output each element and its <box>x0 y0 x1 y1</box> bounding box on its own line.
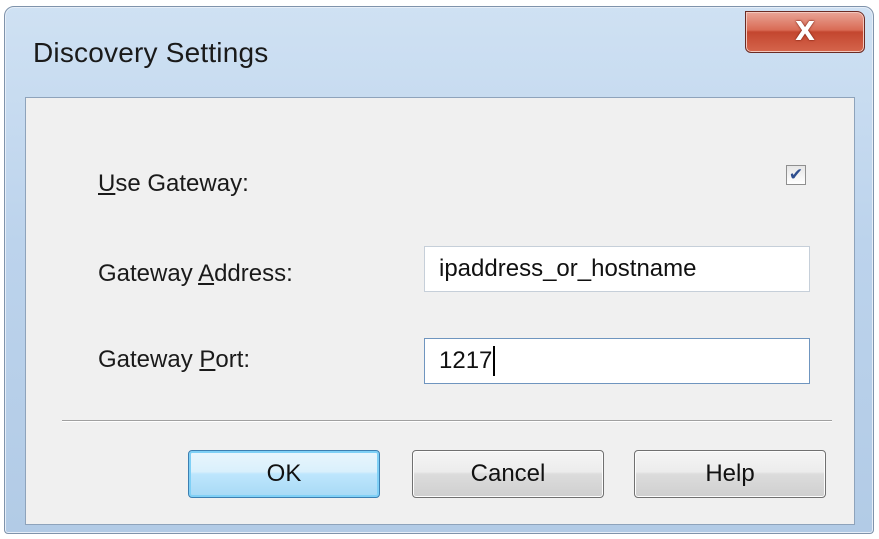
separator-line <box>62 420 832 422</box>
close-button[interactable]: X <box>745 11 865 53</box>
dialog-client-area: Use Gateway: ✔ Gateway Address: ipaddres… <box>25 97 855 525</box>
ok-button[interactable]: OK <box>188 450 380 498</box>
use-gateway-checkbox[interactable]: ✔ <box>786 165 806 185</box>
close-icon: X <box>794 17 816 47</box>
dialog-window: Discovery Settings X Use Gateway: ✔ Gate… <box>4 6 874 534</box>
gateway-address-mnemonic: A <box>198 260 215 287</box>
gateway-port-label-prefix: Gateway <box>98 346 200 373</box>
gateway-port-value: 1217 <box>439 347 493 374</box>
help-button[interactable]: Help <box>634 450 826 498</box>
gateway-port-input[interactable]: 1217 <box>424 338 810 384</box>
use-gateway-label-text: se Gateway: <box>115 170 249 197</box>
gateway-address-label: Gateway Address: <box>98 260 293 288</box>
gateway-address-label-prefix: Gateway <box>98 260 199 287</box>
gateway-port-label: Gateway Port: <box>98 346 250 374</box>
gateway-port-label-suffix: ort: <box>215 346 251 373</box>
gateway-address-label-suffix: ddress: <box>214 260 293 287</box>
gateway-port-mnemonic: P <box>199 346 216 373</box>
cancel-button[interactable]: Cancel <box>412 450 604 498</box>
dialog-title: Discovery Settings <box>33 37 269 68</box>
use-gateway-mnemonic: U <box>98 170 116 197</box>
checkmark-icon: ✔ <box>788 164 804 185</box>
text-caret <box>493 346 496 376</box>
gateway-address-input[interactable]: ipaddress_or_hostname <box>424 246 810 292</box>
use-gateway-label: Use Gateway: <box>98 170 249 198</box>
gateway-address-value: ipaddress_or_hostname <box>439 255 697 282</box>
